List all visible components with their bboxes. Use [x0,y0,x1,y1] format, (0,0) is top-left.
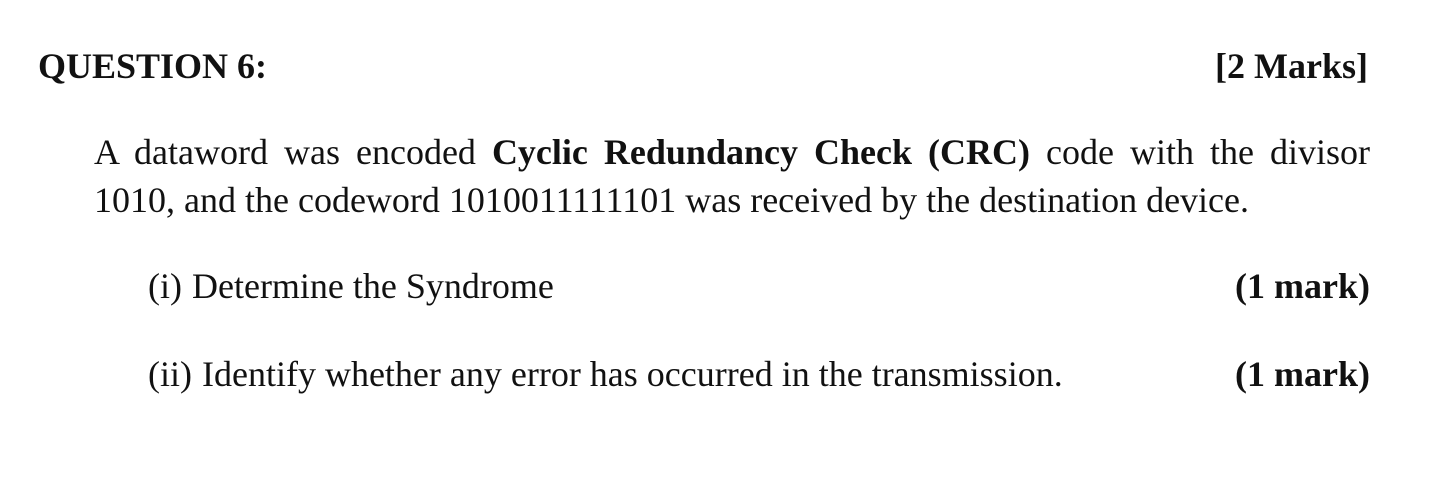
subquestion-i-text: Determine the Syndrome [191,266,554,306]
subquestion-ii-body: (ii) Identify whether any error has occur… [148,352,1063,396]
subquestion-i-number: (i) [148,266,182,306]
question-title: QUESTION 6: [38,46,268,86]
statement-bold-term: Cyclic Redundancy Check (CRC) [491,132,1030,172]
statement-text-start: A dataword was encoded [94,132,492,172]
subquestion-ii-number: (ii) [148,354,192,394]
subquestion-i-body: (i) Determine the Syndrome [148,264,554,308]
subquestion-ii-marks: (1 mark) [1235,354,1370,394]
subquestion-i-marks: (1 mark) [1235,266,1370,306]
question-total-marks: [2 Marks] [1215,46,1368,86]
question-statement: A dataword was encoded Cyclic Redundancy… [94,128,1370,224]
subquestion-ii-text: Identify whether any error has occurred … [201,354,1063,394]
